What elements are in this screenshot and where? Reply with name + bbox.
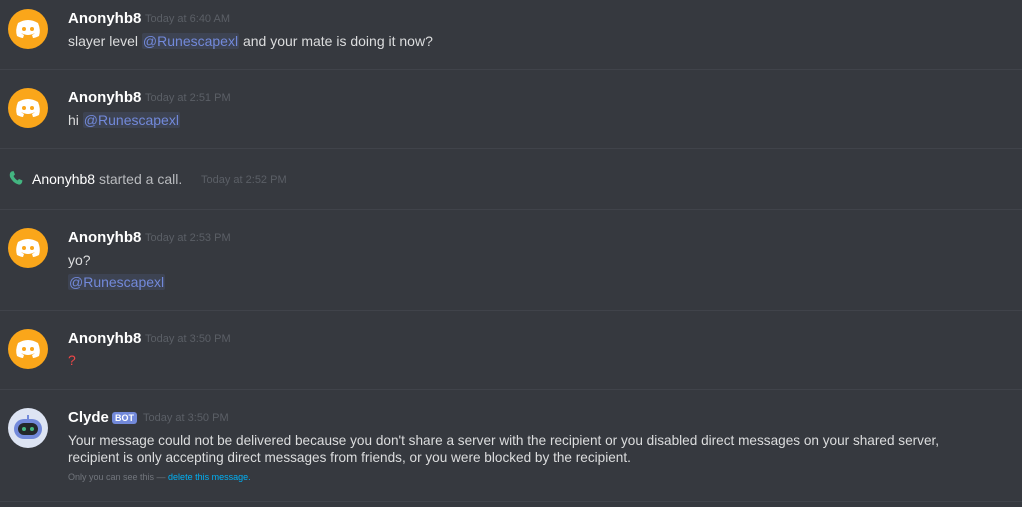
divider bbox=[0, 501, 1022, 502]
ephemeral-note: Only you can see this — bbox=[68, 472, 169, 482]
message-text: slayer level bbox=[68, 33, 142, 49]
bot-badge: BOT bbox=[112, 412, 137, 424]
author-name[interactable]: Anonyhb8 bbox=[68, 10, 141, 27]
divider bbox=[0, 69, 1022, 70]
message-content: slayer level @Runescapexl and your mate … bbox=[68, 33, 433, 49]
timestamp: Today at 3:50 PM bbox=[145, 333, 231, 345]
user-mention[interactable]: @Runescapexl bbox=[141, 33, 240, 49]
discord-logo-icon bbox=[16, 99, 40, 117]
message-text: hi bbox=[68, 112, 83, 128]
message-text: yo? bbox=[68, 252, 91, 268]
author-name[interactable]: Anonyhb8 bbox=[68, 330, 141, 347]
message-content: hi @Runescapexl bbox=[68, 112, 180, 128]
delete-message-link[interactable]: delete this message. bbox=[168, 472, 251, 482]
user-mention[interactable]: @Runescapexl bbox=[82, 112, 180, 128]
divider bbox=[0, 209, 1022, 210]
author-name[interactable]: Anonyhb8 bbox=[32, 171, 95, 187]
timestamp: Today at 3:50 PM bbox=[143, 412, 229, 424]
discord-logo-icon bbox=[16, 340, 40, 358]
user-mention[interactable]: @Runescapexl bbox=[68, 274, 166, 290]
author-name[interactable]: Clyde bbox=[68, 409, 109, 426]
avatar[interactable] bbox=[8, 408, 48, 448]
avatar[interactable] bbox=[8, 88, 48, 128]
timestamp: Today at 2:51 PM bbox=[145, 92, 231, 104]
avatar[interactable] bbox=[8, 329, 48, 369]
call-event-text: Anonyhb8 started a call. bbox=[32, 171, 182, 187]
avatar[interactable] bbox=[8, 9, 48, 49]
timestamp: Today at 6:40 AM bbox=[145, 13, 230, 25]
phone-icon bbox=[9, 171, 23, 185]
call-event-message: started a call. bbox=[95, 171, 183, 187]
divider bbox=[0, 148, 1022, 149]
timestamp: Today at 2:53 PM bbox=[145, 232, 231, 244]
author-name[interactable]: Anonyhb8 bbox=[68, 89, 141, 106]
message-text: and your mate is doing it now? bbox=[239, 33, 433, 49]
discord-logo-icon bbox=[16, 20, 40, 38]
divider bbox=[0, 310, 1022, 311]
clyde-robot-icon bbox=[14, 415, 42, 439]
timestamp: Today at 2:52 PM bbox=[201, 174, 287, 186]
discord-logo-icon bbox=[16, 239, 40, 257]
message-text: Your message could not be delivered beca… bbox=[68, 433, 940, 448]
author-name[interactable]: Anonyhb8 bbox=[68, 229, 141, 246]
message-text: ? bbox=[68, 352, 76, 368]
ephemeral-notice: Only you can see this — delete this mess… bbox=[68, 472, 251, 482]
avatar[interactable] bbox=[8, 228, 48, 268]
message-content: @Runescapexl bbox=[68, 274, 166, 290]
divider bbox=[0, 389, 1022, 390]
message-text: recipient is only accepting direct messa… bbox=[68, 450, 631, 465]
